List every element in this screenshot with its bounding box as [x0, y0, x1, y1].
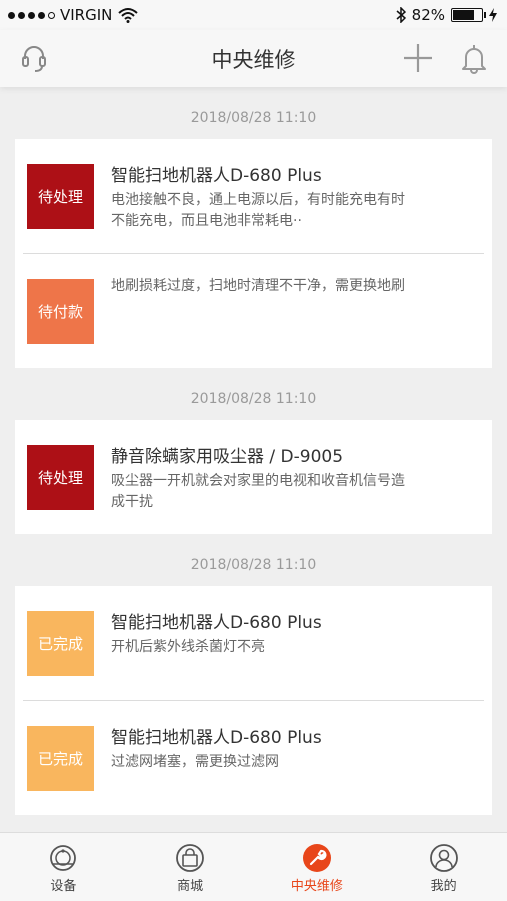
- order-card: 待处理 静音除螨家用吸尘器 / D-9005 吸尘器一开机就会对家里的电视和收音…: [15, 420, 492, 534]
- tab-devices[interactable]: 设备: [0, 833, 127, 901]
- order-item[interactable]: 待处理 智能扫地机器人D-680 Plus 电池接触不良，通上电源以后，有时能充…: [23, 139, 484, 253]
- battery-icon: [451, 8, 486, 22]
- order-card: 待处理 智能扫地机器人D-680 Plus 电池接触不良，通上电源以后，有时能充…: [15, 139, 492, 368]
- group-date: 2018/08/28 11:10: [190, 391, 317, 407]
- order-card: 已完成 智能扫地机器人D-680 Plus 开机后紫外线杀菌灯不亮 已完成 智能…: [15, 586, 492, 815]
- status-badge: 待付款: [27, 279, 94, 344]
- battery-percent: 82%: [411, 6, 445, 24]
- repair-order-list[interactable]: 2018/08/28 11:10 待处理 智能扫地机器人D-680 Plus 电…: [0, 87, 507, 832]
- order-description: 电池接触不良，通上电源以后，有时能充电有时不能充电，而且电池非常耗电··: [111, 192, 405, 229]
- add-icon[interactable]: [402, 42, 434, 74]
- order-item[interactable]: 待付款 地刷损耗过度，扫地时清理不干净，需更换地刷: [23, 253, 484, 368]
- status-badge: 待处理: [27, 445, 94, 510]
- bluetooth-icon: [396, 7, 406, 23]
- carrier-group: VIRGIN: [8, 6, 139, 24]
- shopping-bag-icon: [176, 844, 205, 872]
- tab-label: 中央维修: [290, 879, 343, 894]
- status-badge: 已完成: [27, 726, 94, 791]
- order-item[interactable]: 已完成 智能扫地机器人D-680 Plus 过滤网堵塞，需更换过滤网: [23, 700, 484, 815]
- group-date: 2018/08/28 11:10: [190, 557, 317, 573]
- order-description: 吸尘器一开机就会对家里的电视和收音机信号造成干扰: [111, 473, 405, 510]
- nav-bar: 中央维修: [0, 30, 507, 87]
- tab-label: 我的: [430, 879, 457, 894]
- user-icon: [429, 844, 458, 872]
- order-description: 地刷损耗过度，扫地时清理不干净，需更换地刷: [111, 278, 405, 294]
- carrier-name: VIRGIN: [60, 6, 113, 24]
- tab-label: 商城: [177, 879, 204, 894]
- order-description: 开机后紫外线杀菌灯不亮: [111, 639, 265, 655]
- wrench-icon: [302, 844, 331, 872]
- order-title: 智能扫地机器人D-680 Plus: [111, 166, 322, 186]
- tab-shop[interactable]: 商城: [127, 833, 254, 901]
- bell-icon[interactable]: [458, 42, 490, 74]
- status-badge: 待处理: [27, 164, 94, 229]
- status-bar: VIRGIN 82%: [0, 0, 507, 30]
- status-right: 82%: [396, 6, 497, 24]
- order-title: 智能扫地机器人D-680 Plus: [111, 728, 322, 748]
- order-title: 静音除螨家用吸尘器 / D-9005: [111, 447, 344, 467]
- charging-icon: [489, 8, 497, 22]
- battery-level: [453, 10, 475, 20]
- tab-label: 设备: [50, 879, 77, 894]
- robot-vacuum-icon: [50, 845, 77, 871]
- wifi-icon: [118, 8, 139, 23]
- status-badge: 已完成: [27, 611, 94, 676]
- tab-profile[interactable]: 我的: [380, 833, 507, 901]
- group-date: 2018/08/28 11:10: [190, 110, 317, 126]
- tab-repair[interactable]: 中央维修: [254, 833, 381, 901]
- order-title: 智能扫地机器人D-680 Plus: [111, 613, 322, 633]
- tab-bar: 设备 商城 中央维修 我的: [0, 832, 507, 901]
- signal-icon: [8, 11, 55, 19]
- order-description: 过滤网堵塞，需更换过滤网: [111, 754, 279, 770]
- order-item[interactable]: 待处理 静音除螨家用吸尘器 / D-9005 吸尘器一开机就会对家里的电视和收音…: [23, 420, 484, 534]
- order-item[interactable]: 已完成 智能扫地机器人D-680 Plus 开机后紫外线杀菌灯不亮: [23, 586, 484, 700]
